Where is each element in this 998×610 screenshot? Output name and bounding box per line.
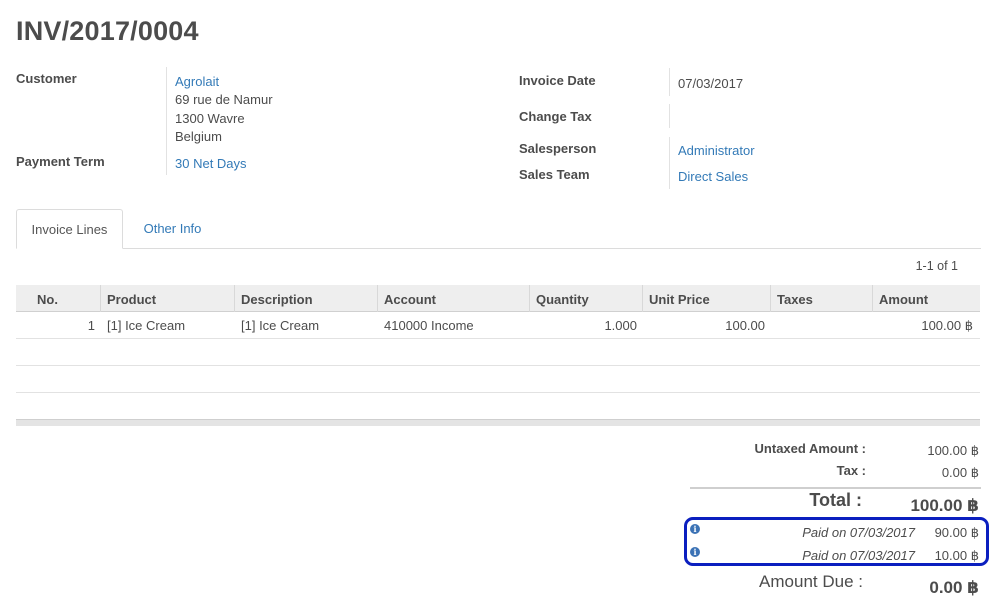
address-line-2: 1300 Wavre (175, 111, 245, 126)
info-circle-icon[interactable]: i (690, 524, 700, 534)
untaxed-amount-label: Untaxed Amount : (754, 441, 866, 456)
tax-value: 0.00 ฿ (941, 465, 979, 480)
address-line-3: Belgium (175, 129, 222, 144)
invoice-date-value[interactable]: 07/03/2017 (678, 76, 743, 91)
payment-label: Paid on 07/03/2017 (802, 548, 915, 563)
info-circle-icon[interactable]: i (690, 547, 700, 557)
customer-link[interactable]: Agrolait (175, 74, 219, 89)
cell-account: 410000 Income (384, 318, 474, 333)
cell-description: [1] Ice Cream (241, 318, 320, 333)
column-header-amount[interactable]: Amount (872, 285, 980, 312)
change-tax-label: Change Tax (519, 109, 592, 124)
payment-term-label: Payment Term (16, 154, 105, 169)
customer-label: Customer (16, 71, 77, 86)
salesperson-label: Salesperson (519, 141, 597, 156)
sales-team-link[interactable]: Direct Sales (678, 169, 748, 184)
column-header-product[interactable]: Product (100, 285, 234, 312)
invoice-date-separator (669, 68, 670, 96)
invoice-date-label: Invoice Date (519, 73, 596, 88)
total-label: Total : (809, 490, 862, 510)
column-header-account[interactable]: Account (377, 285, 529, 312)
cell-unit-price: 100.00 (725, 318, 765, 333)
tax-label: Tax : (836, 463, 866, 478)
row-divider (16, 392, 980, 393)
tab-invoice-lines[interactable]: Invoice Lines (16, 209, 123, 249)
cell-no: 1 (87, 318, 95, 333)
cell-quantity: 1.000 (604, 318, 637, 333)
tab-other-info[interactable]: Other Info (130, 209, 215, 249)
untaxed-amount-value: 100.00 ฿ (927, 443, 979, 458)
row-divider (16, 365, 980, 366)
total-divider (690, 487, 981, 489)
payment-term-link[interactable]: 30 Net Days (175, 156, 247, 171)
change-tax-separator (669, 104, 670, 128)
invoice-title: INV/2017/0004 (16, 16, 199, 46)
cell-amount: 100.00 ฿ (921, 318, 973, 333)
sales-separator (669, 137, 670, 189)
left-field-separator (166, 67, 167, 175)
salesperson-link[interactable]: Administrator (678, 143, 755, 158)
row-divider (16, 338, 980, 339)
sales-team-label: Sales Team (519, 167, 590, 182)
column-header-taxes[interactable]: Taxes (770, 285, 872, 312)
amount-due-value: 0.00 ฿ (929, 578, 979, 597)
address-line-1: 69 rue de Namur (175, 92, 273, 107)
payment-label: Paid on 07/03/2017 (802, 525, 915, 540)
cell-product: [1] Ice Cream (107, 318, 186, 333)
payment-value: 90.00 ฿ (934, 525, 979, 540)
payment-value: 10.00 ฿ (934, 548, 979, 563)
column-header-unit-price[interactable]: Unit Price (642, 285, 770, 312)
column-header-quantity[interactable]: Quantity (529, 285, 642, 312)
pager-counter[interactable]: 1-1 of 1 (916, 259, 958, 273)
total-value: 100.00 ฿ (910, 496, 979, 515)
table-header: No. Product Description Account Quantity… (16, 285, 980, 312)
amount-due-label: Amount Due : (759, 572, 863, 591)
column-header-description[interactable]: Description (234, 285, 377, 312)
table-footer (16, 419, 980, 426)
